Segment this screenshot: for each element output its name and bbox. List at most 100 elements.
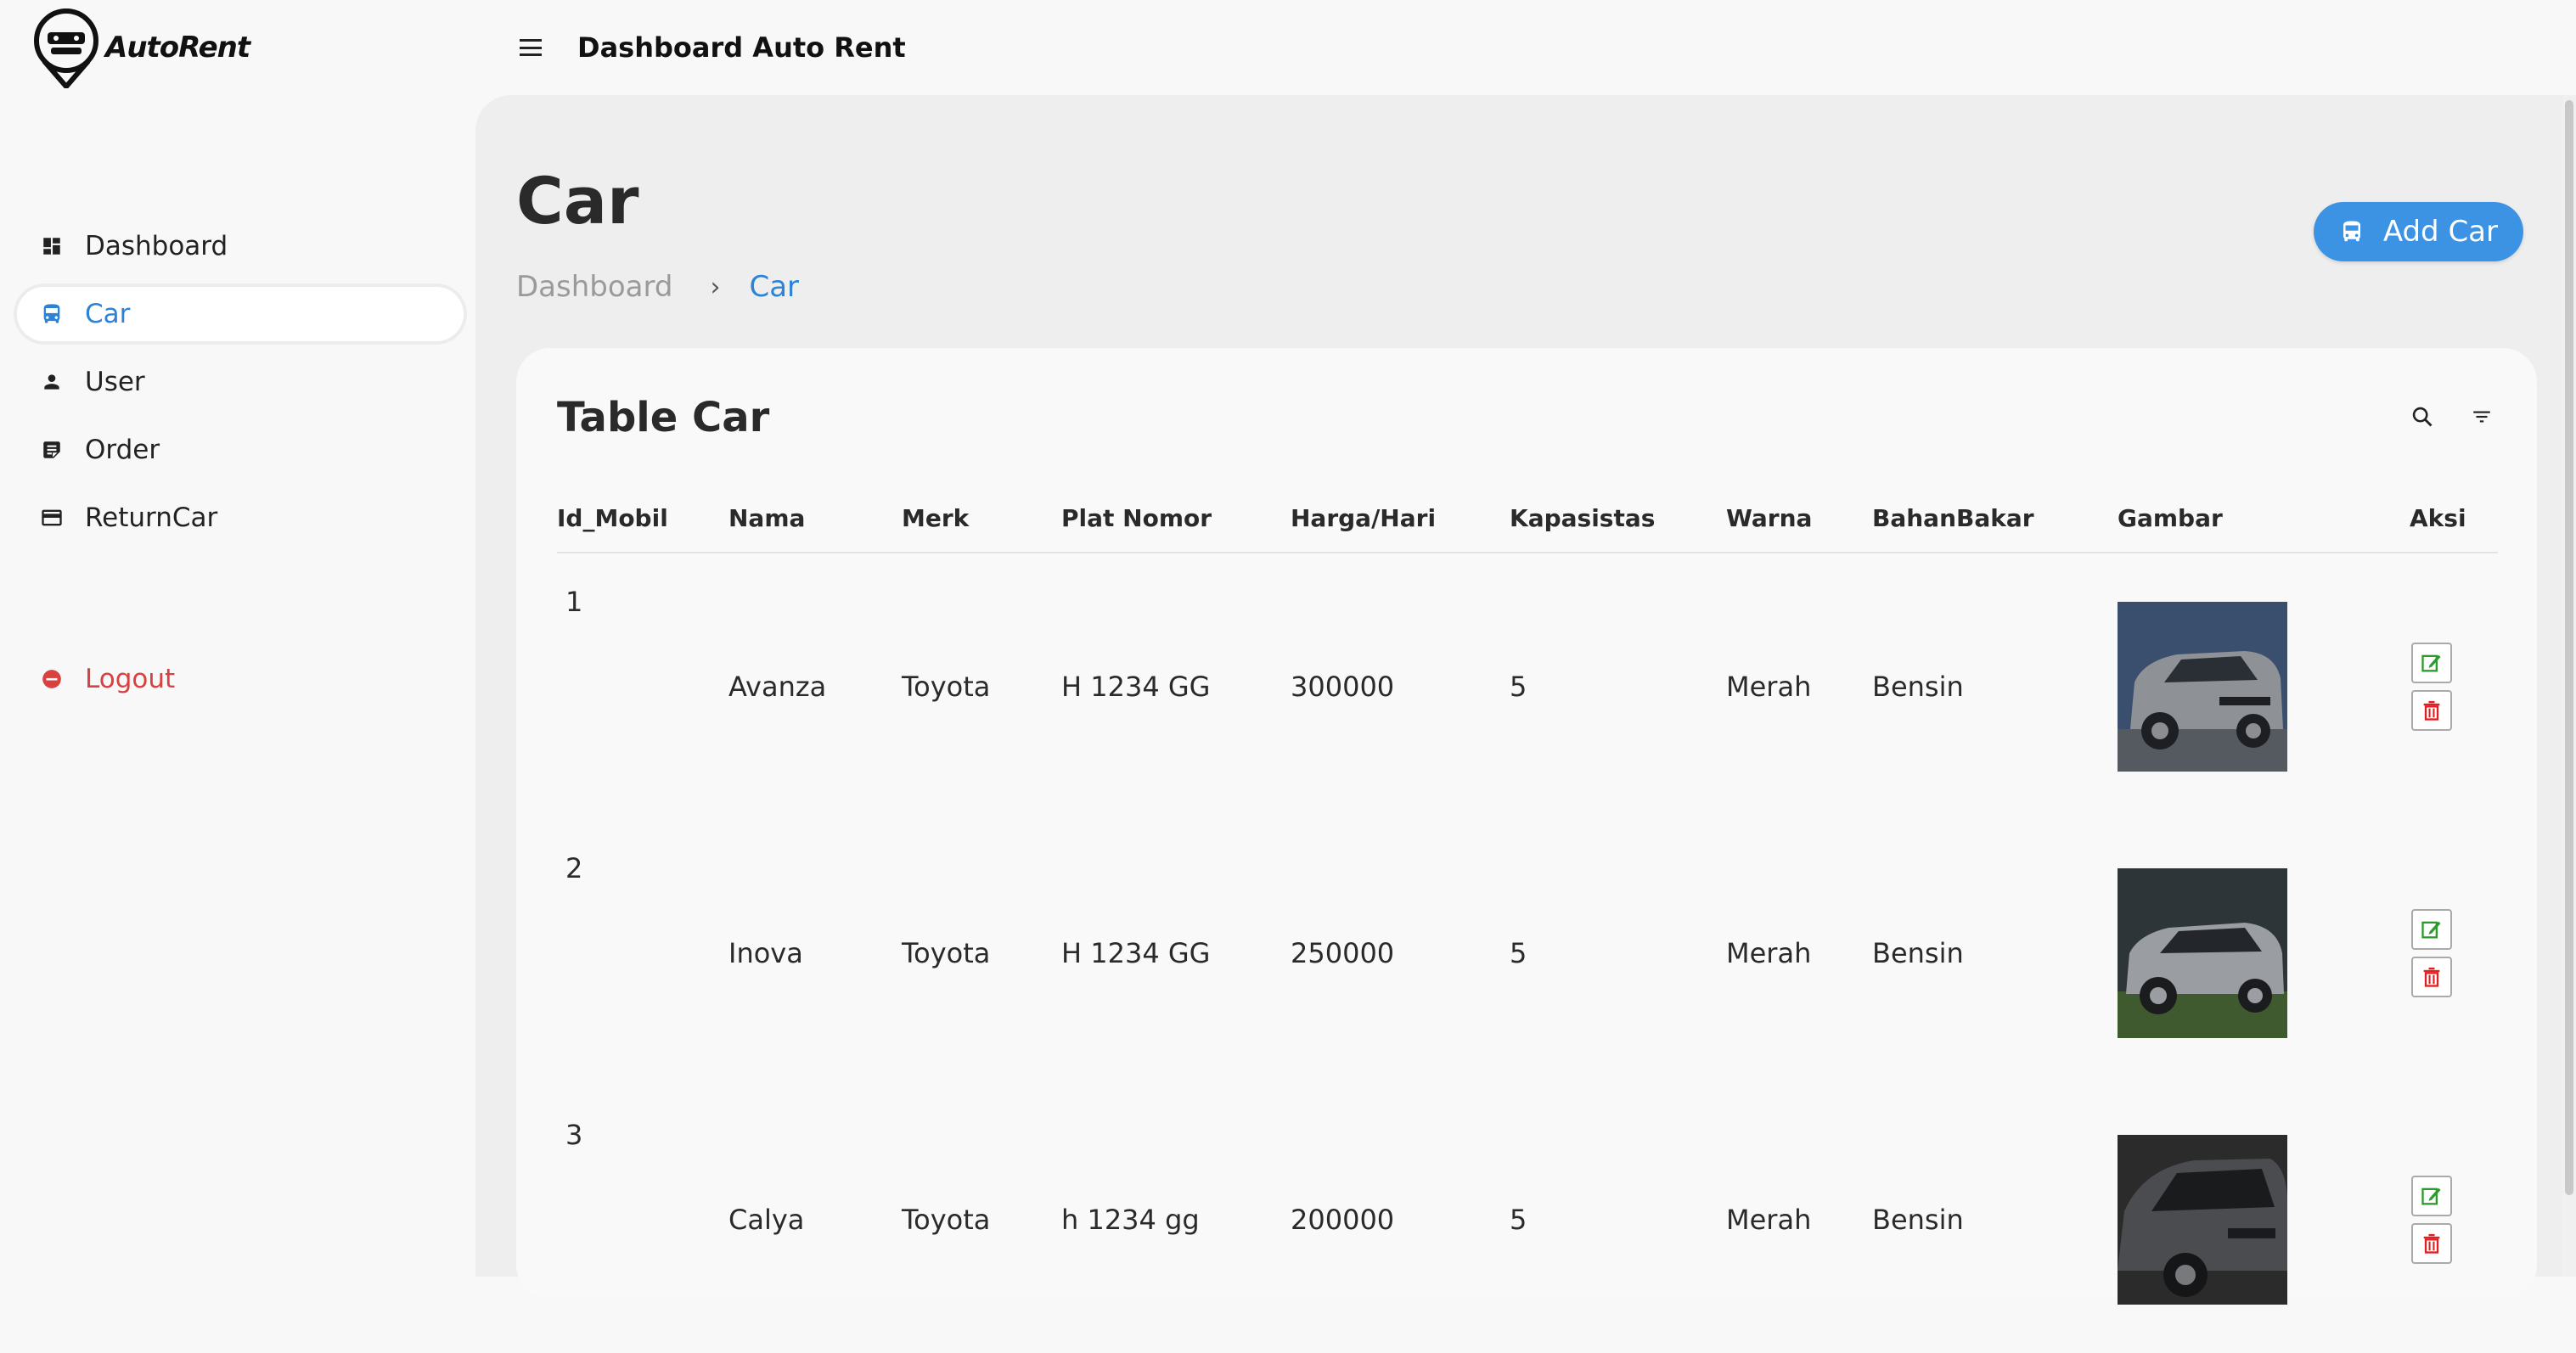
cell-nama: Avanza xyxy=(728,671,827,703)
sidebar-item-order[interactable]: Order xyxy=(0,416,475,484)
column-header[interactable]: BahanBakar xyxy=(1872,484,2118,553)
table-row: 2 Inova Toyota H 1234 GG 250000 5 Merah … xyxy=(557,820,2498,1086)
cell-harga: 200000 xyxy=(1291,1204,1395,1236)
cell-harga: 300000 xyxy=(1291,671,1395,703)
dashboard-icon xyxy=(39,233,65,259)
sidebar: AutoRent Dashboard Car User Order Return… xyxy=(0,0,475,1277)
cell-merk: Toyota xyxy=(902,671,991,703)
breadcrumb-current: Car xyxy=(749,270,800,304)
order-icon xyxy=(39,437,65,463)
sidebar-item-car[interactable]: Car xyxy=(0,280,475,348)
autorent-logo-icon xyxy=(34,8,98,88)
add-car-button-label: Add Car xyxy=(2382,215,2498,249)
cell-gambar xyxy=(2118,820,2410,1086)
breadcrumb: Dashboard › Car xyxy=(516,270,799,304)
car-icon xyxy=(2339,219,2365,244)
person-icon xyxy=(39,369,65,395)
edit-icon xyxy=(2421,654,2441,672)
column-header[interactable]: Nama xyxy=(728,484,902,553)
top-bar: Dashboard Auto Rent xyxy=(475,0,2576,95)
hamburger-menu-icon[interactable] xyxy=(520,39,542,56)
car-table: Id_Mobil Nama Merk Plat Nomor Harga/Hari… xyxy=(557,484,2498,1353)
page-title: Car xyxy=(516,163,639,239)
column-header[interactable]: Warna xyxy=(1726,484,1872,553)
cell-warna: Merah xyxy=(1726,671,1812,703)
cell-aksi xyxy=(2410,820,2498,1086)
brand-name: AutoRent xyxy=(105,31,250,65)
delete-button[interactable] xyxy=(2411,690,2452,731)
brand-logo[interactable]: AutoRent xyxy=(32,7,250,88)
vertical-scrollbar[interactable] xyxy=(2562,95,2576,1277)
cell-id: 1 xyxy=(565,586,583,618)
cell-kapasitas: 5 xyxy=(1510,1204,1527,1236)
cell-aksi xyxy=(2410,1086,2498,1353)
cell-bahan-bakar: Bensin xyxy=(1872,671,1964,703)
column-header[interactable]: Id_Mobil xyxy=(557,484,728,553)
add-car-button[interactable]: Add Car xyxy=(2313,202,2523,261)
sidebar-item-label: User xyxy=(85,367,145,397)
column-header[interactable]: Gambar xyxy=(2118,484,2410,553)
cell-nama: Inova xyxy=(728,937,803,969)
cell-merk: Toyota xyxy=(902,1204,991,1236)
cell-bahan-bakar: Bensin xyxy=(1872,937,1964,969)
column-header[interactable]: Harga/Hari xyxy=(1291,484,1510,553)
scrollbar-thumb[interactable] xyxy=(2565,100,2573,1195)
table-row: 1 Avanza Toyota H 1234 GG 300000 5 Merah… xyxy=(557,553,2498,820)
table-toolbar xyxy=(2410,404,2494,429)
cell-plat: h 1234 gg xyxy=(1061,1204,1200,1236)
car-photo xyxy=(2118,1135,2287,1305)
sidebar-item-label: Logout xyxy=(85,664,176,694)
main-content: Car Dashboard › Car Add Car Table Car Id… xyxy=(475,95,2562,1305)
cell-id: 3 xyxy=(565,1119,583,1151)
cell-plat: H 1234 GG xyxy=(1061,671,1211,703)
table-title: Table Car xyxy=(557,394,770,441)
sidebar-nav: Dashboard Car User Order ReturnCar Logou… xyxy=(0,212,475,713)
sidebar-item-dashboard[interactable]: Dashboard xyxy=(0,212,475,280)
app-title: Dashboard Auto Rent xyxy=(577,31,906,64)
edit-button[interactable] xyxy=(2411,643,2452,683)
cell-warna: Merah xyxy=(1726,1204,1812,1236)
cell-harga: 250000 xyxy=(1291,937,1395,969)
trash-icon xyxy=(2423,1233,2440,1254)
delete-button[interactable] xyxy=(2411,957,2452,997)
edit-icon xyxy=(2421,1187,2441,1205)
cell-kapasitas: 5 xyxy=(1510,937,1527,969)
cell-warna: Merah xyxy=(1726,937,1812,969)
sidebar-item-label: Order xyxy=(85,435,160,465)
column-header[interactable]: Merk xyxy=(902,484,1061,553)
cell-bahan-bakar: Bensin xyxy=(1872,1204,1964,1236)
filter-icon[interactable] xyxy=(2469,404,2494,429)
car-photo xyxy=(2118,602,2287,772)
cell-plat: H 1234 GG xyxy=(1061,937,1211,969)
trash-icon xyxy=(2423,967,2440,987)
cell-nama: Calya xyxy=(728,1204,805,1236)
cell-merk: Toyota xyxy=(902,937,991,969)
car-table-card: Table Car Id_Mobil Nama Merk Plat Nomor xyxy=(516,348,2537,1305)
sidebar-item-label: ReturnCar xyxy=(85,502,218,533)
edit-button[interactable] xyxy=(2411,1176,2452,1216)
cell-kapasitas: 5 xyxy=(1510,671,1527,703)
logout-icon xyxy=(39,666,65,692)
sidebar-item-returncar[interactable]: ReturnCar xyxy=(0,484,475,552)
column-header[interactable]: Plat Nomor xyxy=(1061,484,1291,553)
cell-aksi xyxy=(2410,553,2498,820)
column-header: Aksi xyxy=(2410,484,2498,553)
cell-id: 2 xyxy=(565,852,583,884)
table-row: 3 Calya Toyota h 1234 gg 200000 5 Merah … xyxy=(557,1086,2498,1353)
sidebar-item-logout[interactable]: Logout xyxy=(0,645,475,713)
cell-gambar xyxy=(2118,553,2410,820)
edit-button[interactable] xyxy=(2411,909,2452,950)
column-header[interactable]: Kapasistas xyxy=(1510,484,1726,553)
delete-button[interactable] xyxy=(2411,1223,2452,1264)
chevron-right-icon: › xyxy=(710,272,721,302)
car-photo xyxy=(2118,868,2287,1038)
car-icon xyxy=(39,301,65,327)
edit-icon xyxy=(2421,921,2441,939)
breadcrumb-home-link[interactable]: Dashboard xyxy=(516,270,672,304)
sidebar-item-user[interactable]: User xyxy=(0,348,475,416)
search-icon[interactable] xyxy=(2410,404,2435,429)
table-header-row: Id_Mobil Nama Merk Plat Nomor Harga/Hari… xyxy=(557,484,2498,553)
card-icon xyxy=(39,505,65,531)
trash-icon xyxy=(2423,700,2440,721)
